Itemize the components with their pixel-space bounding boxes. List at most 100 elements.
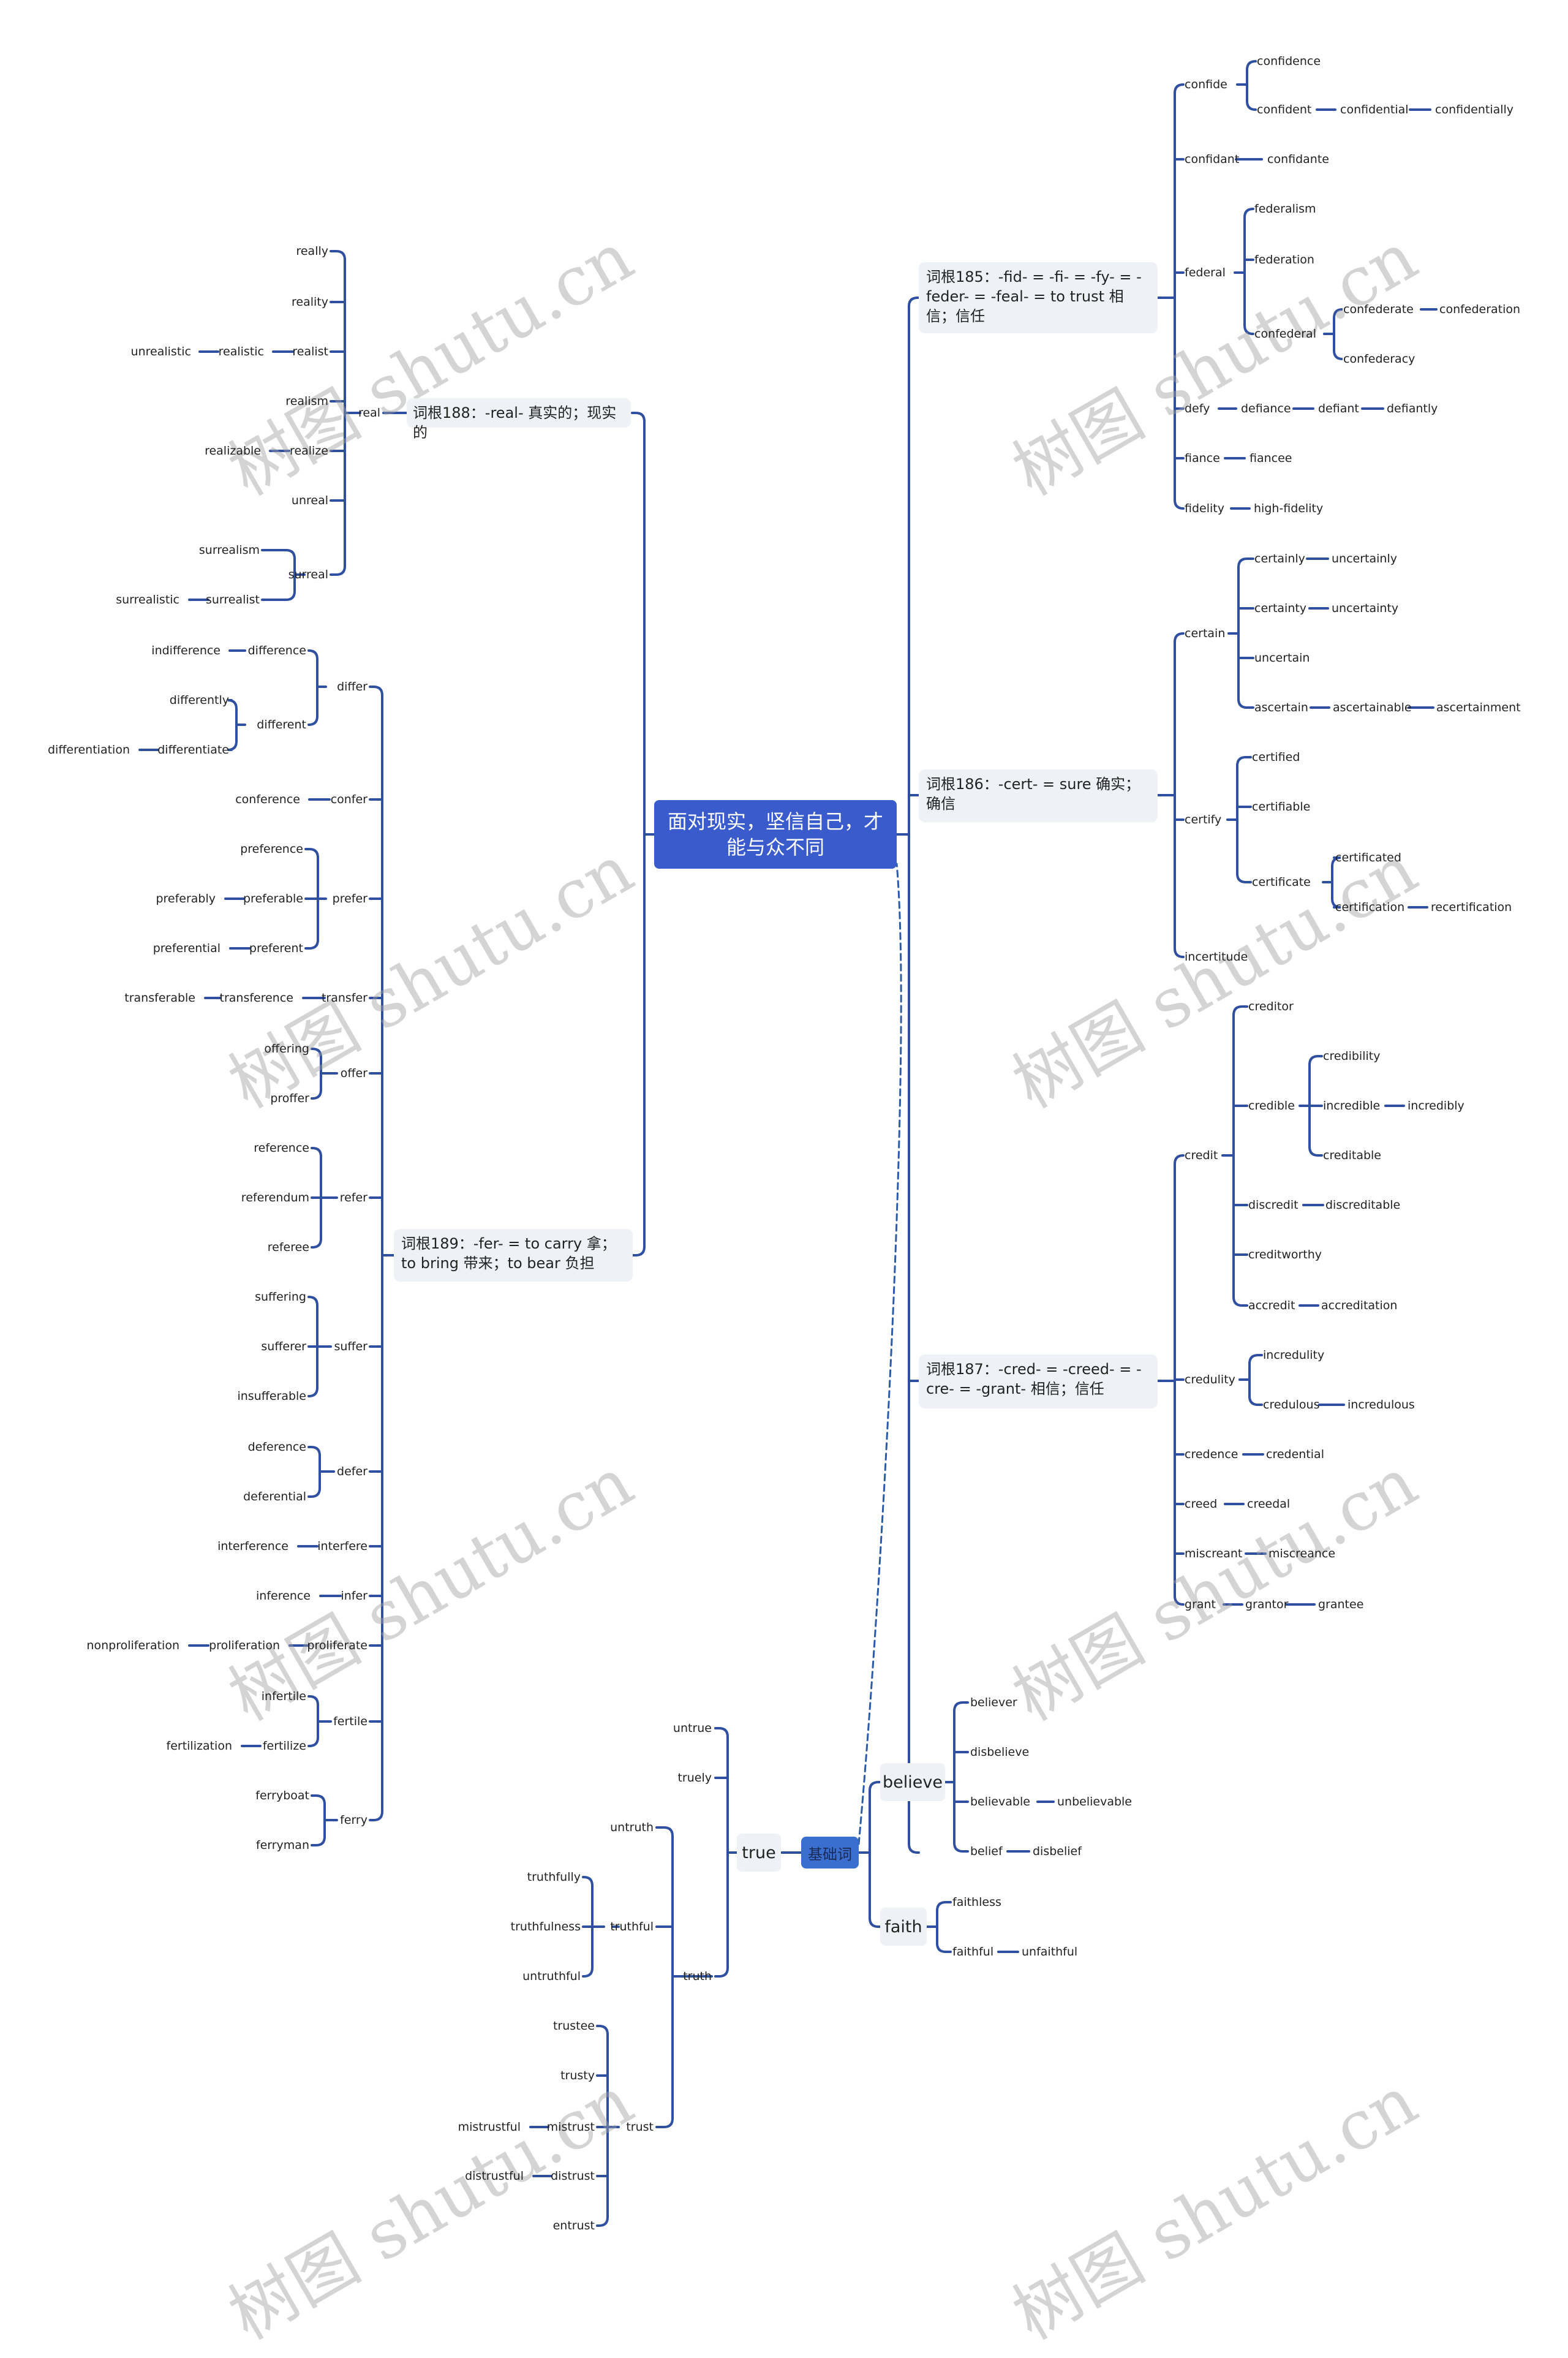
word-node-conference[interactable]: conference	[235, 792, 300, 807]
word-node-realism[interactable]: realism	[285, 394, 328, 409]
word-node-credential[interactable]: credential	[1266, 1447, 1324, 1462]
word-node-interfere[interactable]: interfere	[317, 1539, 368, 1554]
word-node-realize[interactable]: realize	[290, 444, 328, 458]
word-node-fidelity[interactable]: fidelity	[1185, 501, 1224, 516]
word-node-unrealistic[interactable]: unrealistic	[131, 344, 191, 359]
topic-faith[interactable]: faith	[880, 1908, 927, 1946]
word-node-infer[interactable]: infer	[341, 1589, 368, 1603]
word-node-accredit[interactable]: accredit	[1248, 1298, 1295, 1313]
word-node-truth[interactable]: truth	[683, 1969, 712, 1984]
topic-root-189[interactable]: 词根189：-fer- = to carry 拿；to bring 带来；to …	[394, 1229, 633, 1282]
word-node-realist[interactable]: realist	[292, 344, 328, 359]
word-node-creed[interactable]: creed	[1185, 1497, 1217, 1511]
word-node-miscreance[interactable]: miscreance	[1268, 1546, 1335, 1561]
word-node-fiancee[interactable]: fiancee	[1250, 451, 1292, 466]
word-node-nonproliferation[interactable]: nonproliferation	[86, 1638, 179, 1653]
topic-root-186[interactable]: 词根186：-cert- = sure 确实；确信	[919, 769, 1158, 822]
word-node-mistrust[interactable]: mistrust	[547, 2120, 595, 2134]
word-node-refer[interactable]: refer	[340, 1190, 368, 1205]
topic-basic-words[interactable]: 基础词	[801, 1837, 859, 1869]
word-node-surrealist[interactable]: surrealist	[206, 592, 260, 607]
word-node-confidentially[interactable]: confidentially	[1435, 102, 1513, 117]
topic-root-185[interactable]: 词根185：-fid- = -fi- = -fy- = -feder- = -f…	[919, 262, 1158, 333]
word-node-defiance[interactable]: defiance	[1241, 401, 1291, 416]
word-node-credibility[interactable]: credibility	[1323, 1049, 1380, 1064]
word-node-uncertainty[interactable]: uncertainty	[1332, 601, 1398, 616]
word-node-reality[interactable]: reality	[292, 295, 328, 309]
word-node-untrue[interactable]: untrue	[673, 1721, 712, 1736]
word-node-faithful[interactable]: faithful	[952, 1944, 993, 1959]
word-node-unreal[interactable]: unreal	[292, 493, 328, 508]
word-node-proffer[interactable]: proffer	[270, 1091, 309, 1106]
word-node-mistrustful[interactable]: mistrustful	[458, 2120, 521, 2134]
word-node-real[interactable]: real	[358, 406, 380, 420]
word-node-creditor[interactable]: creditor	[1248, 999, 1294, 1014]
word-node-grant[interactable]: grant	[1185, 1597, 1216, 1612]
word-node-realizable[interactable]: realizable	[205, 444, 261, 458]
word-node-confidante[interactable]: confidante	[1267, 152, 1329, 167]
word-node-certified[interactable]: certified	[1252, 750, 1300, 765]
word-node-confide[interactable]: confide	[1185, 77, 1227, 92]
word-node-believer[interactable]: believer	[970, 1695, 1017, 1710]
word-node-transference[interactable]: transference	[220, 991, 294, 1005]
word-node-incredulity[interactable]: incredulity	[1263, 1348, 1324, 1362]
word-node-ferry[interactable]: ferry	[340, 1813, 368, 1827]
word-node-truthful[interactable]: truthful	[610, 1919, 654, 1934]
word-node-incertitude[interactable]: incertitude	[1185, 950, 1248, 964]
word-node-fertile[interactable]: fertile	[333, 1714, 368, 1729]
word-node-preferable[interactable]: preferable	[243, 891, 303, 906]
word-node-transferable[interactable]: transferable	[124, 991, 195, 1005]
word-node-certainty[interactable]: certainty	[1254, 601, 1306, 616]
word-node-distrustful[interactable]: distrustful	[465, 2169, 524, 2183]
word-node-incredibly[interactable]: incredibly	[1408, 1098, 1464, 1113]
word-node-certain[interactable]: certain	[1185, 626, 1225, 641]
word-node-defer[interactable]: defer	[337, 1464, 368, 1479]
word-node-defiant[interactable]: defiant	[1318, 401, 1359, 416]
word-node-accreditation[interactable]: accreditation	[1321, 1298, 1397, 1313]
word-node-ascertainable[interactable]: ascertainable	[1333, 700, 1412, 715]
word-node-preferential[interactable]: preferential	[153, 941, 221, 956]
word-node-credulity[interactable]: credulity	[1185, 1372, 1235, 1387]
word-node-federal[interactable]: federal	[1185, 265, 1226, 280]
word-node-certainly[interactable]: certainly	[1254, 551, 1305, 566]
word-node-confederate[interactable]: confederate	[1343, 302, 1414, 317]
word-node-unbelievable[interactable]: unbelievable	[1057, 1794, 1132, 1809]
word-node-distrust[interactable]: distrust	[551, 2169, 595, 2183]
word-node-faithless[interactable]: faithless	[952, 1895, 1001, 1910]
topic-believe[interactable]: believe	[880, 1763, 945, 1801]
word-node-confederal[interactable]: confederal	[1254, 327, 1316, 341]
word-node-federation[interactable]: federation	[1254, 252, 1314, 267]
word-node-confident[interactable]: confident	[1257, 102, 1311, 117]
word-node-suffering[interactable]: suffering	[255, 1290, 306, 1304]
word-node-preferably[interactable]: preferably	[156, 891, 216, 906]
topic-true[interactable]: true	[737, 1834, 781, 1872]
word-node-interference[interactable]: interference	[217, 1539, 288, 1554]
word-node-proliferate[interactable]: proliferate	[307, 1638, 368, 1653]
word-node-difference[interactable]: difference	[248, 643, 306, 658]
word-node-differ[interactable]: differ	[337, 679, 368, 694]
word-node-preferent[interactable]: preferent	[249, 941, 303, 956]
word-node-surrealistic[interactable]: surrealistic	[116, 592, 179, 607]
word-node-defy[interactable]: defy	[1185, 401, 1210, 416]
word-node-truthfully[interactable]: truthfully	[527, 1870, 581, 1884]
word-node-inference[interactable]: inference	[256, 1589, 311, 1603]
word-node-certifiable[interactable]: certifiable	[1252, 799, 1310, 814]
word-node-infertile[interactable]: infertile	[262, 1689, 306, 1704]
word-node-confederation[interactable]: confederation	[1439, 302, 1520, 317]
word-node-grantor[interactable]: grantor	[1245, 1597, 1288, 1612]
word-node-grantee[interactable]: grantee	[1318, 1597, 1363, 1612]
word-node-offering[interactable]: offering	[264, 1041, 309, 1056]
word-node-preference[interactable]: preference	[240, 842, 303, 856]
word-node-creditworthy[interactable]: creditworthy	[1248, 1247, 1322, 1262]
word-node-confer[interactable]: confer	[331, 792, 368, 807]
word-node-incredible[interactable]: incredible	[1323, 1098, 1380, 1113]
word-node-creedal[interactable]: creedal	[1247, 1497, 1290, 1511]
word-node-transfer[interactable]: transfer	[322, 991, 368, 1005]
word-node-realistic[interactable]: realistic	[219, 344, 264, 359]
word-node-referee[interactable]: referee	[268, 1240, 309, 1255]
word-node-truthfulness[interactable]: truthfulness	[511, 1919, 581, 1934]
word-node-reference[interactable]: reference	[254, 1141, 309, 1155]
word-node-confederacy[interactable]: confederacy	[1343, 352, 1415, 366]
word-node-recertification[interactable]: recertification	[1431, 900, 1512, 915]
word-node-miscreant[interactable]: miscreant	[1185, 1546, 1242, 1561]
